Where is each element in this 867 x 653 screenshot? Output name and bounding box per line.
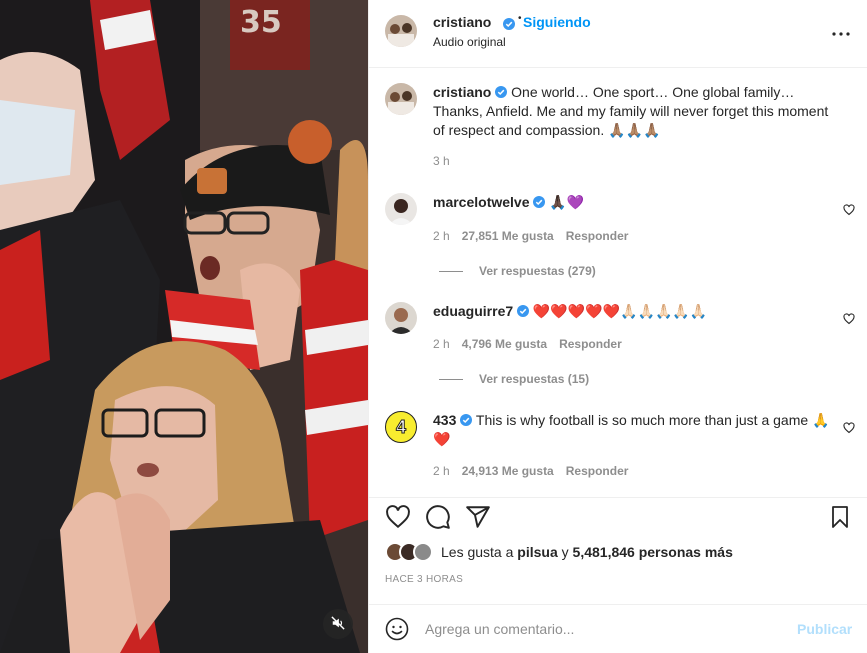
comment-text: This is why football is so much more tha… bbox=[433, 412, 830, 447]
heart-icon bbox=[843, 312, 855, 328]
caption-meta: 3 h bbox=[433, 154, 462, 168]
likes-prefix: Les gusta a bbox=[441, 544, 514, 560]
share-button[interactable] bbox=[465, 504, 491, 530]
comment-text-row: eduaguirre7 ❤️❤️❤️❤️❤️🙏🏻🙏🏻🙏🏻🙏🏻🙏🏻 bbox=[433, 302, 843, 321]
mute-button[interactable] bbox=[323, 609, 353, 639]
view-replies-button[interactable]: Ver respuestas (279) bbox=[439, 264, 596, 278]
likes-count[interactable]: 5,481,846 personas más bbox=[573, 544, 733, 560]
save-icon bbox=[828, 506, 852, 533]
action-bar bbox=[369, 497, 867, 537]
comment-composer: Publicar bbox=[369, 604, 867, 653]
comment-text: ❤️❤️❤️❤️❤️🙏🏻🙏🏻🙏🏻🙏🏻🙏🏻 bbox=[532, 303, 708, 319]
comment-avatar[interactable]: 4 bbox=[385, 411, 417, 443]
comment-time[interactable]: 2 h bbox=[433, 337, 450, 351]
post-timestamp[interactable]: Hace 3 horas bbox=[385, 574, 463, 585]
verified-icon bbox=[495, 84, 508, 100]
replies-divider bbox=[439, 271, 463, 273]
more-icon bbox=[830, 28, 852, 44]
comment-time[interactable]: 2 h bbox=[433, 464, 450, 478]
svg-text:35: 35 bbox=[240, 5, 282, 40]
post-comment-button[interactable]: Publicar bbox=[797, 621, 852, 637]
verified-icon bbox=[460, 412, 473, 428]
view-replies-button[interactable]: Ver respuestas (15) bbox=[439, 372, 589, 386]
heart-icon bbox=[385, 505, 411, 533]
comment-username[interactable]: marcelotwelve bbox=[433, 194, 530, 210]
header-username[interactable]: cristiano bbox=[433, 14, 491, 30]
comment-button[interactable] bbox=[425, 504, 451, 530]
comment-text-row: 433 This is why football is so much more… bbox=[433, 411, 843, 449]
comment-time[interactable]: 2 h bbox=[433, 229, 450, 243]
liker-avatar[interactable] bbox=[413, 542, 433, 562]
post-header: cristiano • Siguiendo Audio original bbox=[369, 0, 867, 68]
comment-text: 🙏🏿💜 bbox=[549, 194, 585, 210]
comment-likes[interactable]: 24,913 Me gusta bbox=[462, 464, 554, 478]
comment-meta: 2 h 4,796 Me gusta Responder bbox=[433, 337, 634, 351]
share-icon bbox=[465, 506, 491, 533]
comment-username[interactable]: eduaguirre7 bbox=[433, 303, 513, 319]
post-modal: 35 cristiano • Siguiendo Audio original … bbox=[0, 0, 867, 653]
header-separator: • bbox=[518, 13, 522, 24]
comment-meta: 2 h 27,851 Me gusta Responder bbox=[433, 229, 640, 243]
caption: cristiano One world… One sport… One glob… bbox=[433, 83, 843, 140]
comment-meta: 2 h 24,913 Me gusta Responder bbox=[433, 464, 640, 478]
view-replies-label: Ver respuestas (15) bbox=[479, 372, 590, 386]
replies-divider bbox=[439, 379, 463, 381]
verified-icon bbox=[517, 303, 530, 319]
comments-list[interactable]: cristiano One world… One sport… One glob… bbox=[369, 69, 867, 497]
comment-avatar[interactable] bbox=[385, 302, 417, 334]
avatar-badge: 4 bbox=[395, 416, 406, 437]
verified-icon bbox=[533, 194, 546, 210]
caption-username[interactable]: cristiano bbox=[433, 84, 491, 100]
view-replies-label: Ver respuestas (279) bbox=[479, 264, 596, 278]
heart-icon bbox=[843, 421, 855, 437]
comment-input[interactable] bbox=[425, 616, 785, 642]
caption-time[interactable]: 3 h bbox=[433, 154, 450, 168]
comment-like-button[interactable] bbox=[843, 312, 855, 325]
emoji-icon bbox=[385, 617, 409, 644]
comment-avatar[interactable] bbox=[385, 193, 417, 225]
comment-like-button[interactable] bbox=[843, 203, 855, 216]
reply-button[interactable]: Responder bbox=[566, 229, 629, 243]
emoji-button[interactable] bbox=[385, 617, 409, 641]
reply-button[interactable]: Responder bbox=[559, 337, 622, 351]
following-button[interactable]: Siguiendo bbox=[523, 14, 591, 30]
video-frame: 35 bbox=[0, 0, 368, 653]
comment-likes[interactable]: 4,796 Me gusta bbox=[462, 337, 547, 351]
comment-icon bbox=[425, 505, 451, 533]
caption-avatar[interactable] bbox=[385, 83, 417, 115]
comment-likes[interactable]: 27,851 Me gusta bbox=[462, 229, 554, 243]
more-options-button[interactable] bbox=[830, 27, 852, 41]
post-video[interactable]: 35 bbox=[0, 0, 368, 653]
save-button[interactable] bbox=[828, 504, 854, 530]
audio-label[interactable]: Audio original bbox=[433, 35, 506, 49]
comment-like-button[interactable] bbox=[843, 421, 855, 434]
likes-text: Les gusta a pilsua y 5,481,846 personas … bbox=[441, 544, 733, 560]
reply-button[interactable]: Responder bbox=[566, 464, 629, 478]
comment-username[interactable]: 433 bbox=[433, 412, 456, 428]
verified-icon bbox=[503, 16, 515, 32]
heart-icon bbox=[843, 203, 855, 219]
likes-summary: Les gusta a pilsua y 5,481,846 personas … bbox=[385, 541, 733, 563]
liker-username[interactable]: pilsua bbox=[517, 544, 557, 560]
mute-icon bbox=[331, 615, 345, 633]
caption-text: One world… One sport… One global family…… bbox=[433, 84, 829, 138]
post-sidebar: cristiano • Siguiendo Audio original cri… bbox=[368, 0, 867, 653]
likes-connector: y bbox=[561, 544, 569, 560]
like-button[interactable] bbox=[385, 504, 411, 530]
comment-text-row: marcelotwelve 🙏🏿💜 bbox=[433, 193, 843, 212]
avatar[interactable] bbox=[385, 15, 417, 47]
